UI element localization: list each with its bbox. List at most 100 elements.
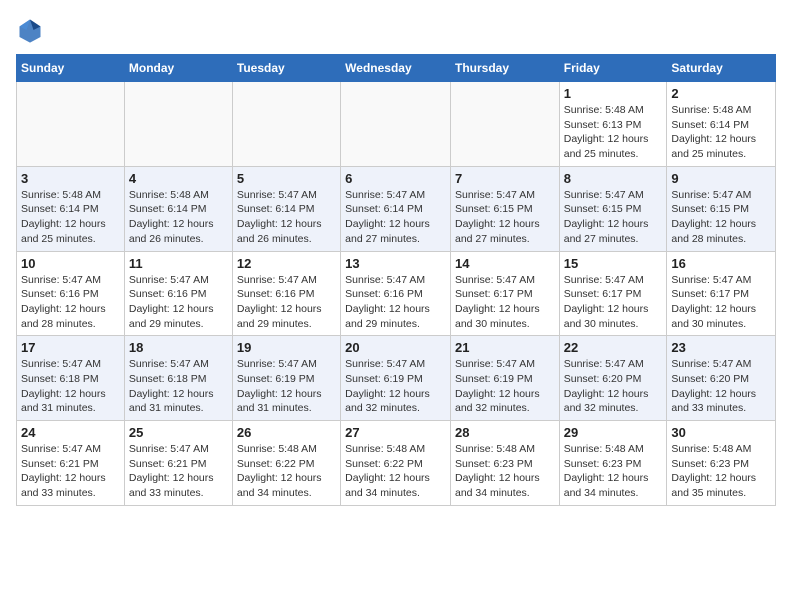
calendar-cell: 16 Sunrise: 5:47 AMSunset: 6:17 PMDayligh… <box>667 251 776 336</box>
day-number: 20 <box>345 340 446 355</box>
calendar-cell: 12 Sunrise: 5:47 AMSunset: 6:16 PMDayligh… <box>232 251 340 336</box>
day-number: 25 <box>129 425 228 440</box>
day-info: Sunrise: 5:47 AMSunset: 6:16 PMDaylight:… <box>21 273 120 332</box>
calendar-cell: 20 Sunrise: 5:47 AMSunset: 6:19 PMDayligh… <box>341 336 451 421</box>
calendar-cell: 4 Sunrise: 5:48 AMSunset: 6:14 PMDaylight… <box>124 166 232 251</box>
calendar-cell: 14Sunrise: 5:47 AMSunset: 6:17 PMDayligh… <box>450 251 559 336</box>
day-info: Sunrise: 5:48 AMSunset: 6:23 PMDaylight:… <box>671 442 771 501</box>
header-friday: Friday <box>559 55 667 82</box>
day-number: 13 <box>345 256 446 271</box>
calendar-cell <box>232 82 340 167</box>
calendar-week-2: 10 Sunrise: 5:47 AMSunset: 6:16 PMDayligh… <box>17 251 776 336</box>
calendar-cell: 6Sunrise: 5:47 AMSunset: 6:14 PMDaylight… <box>341 166 451 251</box>
header-wednesday: Wednesday <box>341 55 451 82</box>
calendar-cell: 5 Sunrise: 5:47 AMSunset: 6:14 PMDaylight… <box>232 166 340 251</box>
day-info: Sunrise: 5:47 AMSunset: 6:21 PMDaylight:… <box>129 442 228 501</box>
day-number: 16 <box>671 256 771 271</box>
calendar-cell: 18 Sunrise: 5:47 AMSunset: 6:18 PMDayligh… <box>124 336 232 421</box>
day-info: Sunrise: 5:47 AMSunset: 6:19 PMDaylight:… <box>345 357 446 416</box>
day-number: 30 <box>671 425 771 440</box>
calendar-cell: 1 Sunrise: 5:48 AMSunset: 6:13 PMDaylight… <box>559 82 667 167</box>
day-number: 23 <box>671 340 771 355</box>
day-info: Sunrise: 5:48 AMSunset: 6:14 PMDaylight:… <box>21 188 120 247</box>
day-info: Sunrise: 5:48 AMSunset: 6:13 PMDaylight:… <box>564 103 663 162</box>
calendar-week-4: 24Sunrise: 5:47 AMSunset: 6:21 PMDayligh… <box>17 421 776 506</box>
day-number: 3 <box>21 171 120 186</box>
day-number: 28 <box>455 425 555 440</box>
day-info: Sunrise: 5:48 AMSunset: 6:14 PMDaylight:… <box>129 188 228 247</box>
calendar-cell: 22 Sunrise: 5:47 AMSunset: 6:20 PMDayligh… <box>559 336 667 421</box>
day-number: 5 <box>237 171 336 186</box>
calendar-cell: 3 Sunrise: 5:48 AMSunset: 6:14 PMDaylight… <box>17 166 125 251</box>
calendar-header-row: SundayMondayTuesdayWednesdayThursdayFrid… <box>17 55 776 82</box>
calendar-week-3: 17 Sunrise: 5:47 AMSunset: 6:18 PMDayligh… <box>17 336 776 421</box>
calendar-cell: 23Sunrise: 5:47 AMSunset: 6:20 PMDayligh… <box>667 336 776 421</box>
header-thursday: Thursday <box>450 55 559 82</box>
calendar-cell: 9 Sunrise: 5:47 AMSunset: 6:15 PMDaylight… <box>667 166 776 251</box>
day-info: Sunrise: 5:47 AMSunset: 6:16 PMDaylight:… <box>345 273 446 332</box>
calendar-cell <box>17 82 125 167</box>
day-number: 12 <box>237 256 336 271</box>
day-info: Sunrise: 5:47 AMSunset: 6:16 PMDaylight:… <box>129 273 228 332</box>
header-tuesday: Tuesday <box>232 55 340 82</box>
calendar-week-1: 3 Sunrise: 5:48 AMSunset: 6:14 PMDaylight… <box>17 166 776 251</box>
calendar-cell: 26 Sunrise: 5:48 AMSunset: 6:22 PMDayligh… <box>232 421 340 506</box>
header-monday: Monday <box>124 55 232 82</box>
day-info: Sunrise: 5:47 AMSunset: 6:20 PMDaylight:… <box>564 357 663 416</box>
calendar-cell: 29Sunrise: 5:48 AMSunset: 6:23 PMDayligh… <box>559 421 667 506</box>
day-number: 22 <box>564 340 663 355</box>
day-info: Sunrise: 5:47 AMSunset: 6:17 PMDaylight:… <box>671 273 771 332</box>
day-number: 2 <box>671 86 771 101</box>
calendar-cell: 19 Sunrise: 5:47 AMSunset: 6:19 PMDayligh… <box>232 336 340 421</box>
day-number: 1 <box>564 86 663 101</box>
day-info: Sunrise: 5:47 AMSunset: 6:14 PMDaylight:… <box>237 188 336 247</box>
calendar-cell <box>450 82 559 167</box>
calendar-table: SundayMondayTuesdayWednesdayThursdayFrid… <box>16 54 776 506</box>
calendar-cell: 30 Sunrise: 5:48 AMSunset: 6:23 PMDayligh… <box>667 421 776 506</box>
calendar-cell: 24Sunrise: 5:47 AMSunset: 6:21 PMDayligh… <box>17 421 125 506</box>
day-info: Sunrise: 5:47 AMSunset: 6:15 PMDaylight:… <box>671 188 771 247</box>
day-number: 21 <box>455 340 555 355</box>
calendar-cell: 28 Sunrise: 5:48 AMSunset: 6:23 PMDayligh… <box>450 421 559 506</box>
day-number: 29 <box>564 425 663 440</box>
day-number: 27 <box>345 425 446 440</box>
calendar-cell: 13 Sunrise: 5:47 AMSunset: 6:16 PMDayligh… <box>341 251 451 336</box>
day-info: Sunrise: 5:47 AMSunset: 6:18 PMDaylight:… <box>21 357 120 416</box>
calendar-cell: 25 Sunrise: 5:47 AMSunset: 6:21 PMDayligh… <box>124 421 232 506</box>
calendar-week-0: 1 Sunrise: 5:48 AMSunset: 6:13 PMDaylight… <box>17 82 776 167</box>
logo-icon <box>16 16 44 44</box>
calendar-cell: 2 Sunrise: 5:48 AMSunset: 6:14 PMDaylight… <box>667 82 776 167</box>
calendar-cell: 10 Sunrise: 5:47 AMSunset: 6:16 PMDayligh… <box>17 251 125 336</box>
day-info: Sunrise: 5:47 AMSunset: 6:16 PMDaylight:… <box>237 273 336 332</box>
day-number: 10 <box>21 256 120 271</box>
day-number: 9 <box>671 171 771 186</box>
day-info: Sunrise: 5:47 AMSunset: 6:18 PMDaylight:… <box>129 357 228 416</box>
day-info: Sunrise: 5:47 AMSunset: 6:19 PMDaylight:… <box>237 357 336 416</box>
day-info: Sunrise: 5:48 AMSunset: 6:14 PMDaylight:… <box>671 103 771 162</box>
day-number: 17 <box>21 340 120 355</box>
calendar-cell <box>124 82 232 167</box>
header-saturday: Saturday <box>667 55 776 82</box>
day-number: 11 <box>129 256 228 271</box>
day-info: Sunrise: 5:47 AMSunset: 6:17 PMDaylight:… <box>564 273 663 332</box>
day-info: Sunrise: 5:48 AMSunset: 6:22 PMDaylight:… <box>345 442 446 501</box>
day-info: Sunrise: 5:48 AMSunset: 6:23 PMDaylight:… <box>455 442 555 501</box>
day-number: 4 <box>129 171 228 186</box>
day-info: Sunrise: 5:47 AMSunset: 6:15 PMDaylight:… <box>564 188 663 247</box>
calendar-cell: 17 Sunrise: 5:47 AMSunset: 6:18 PMDayligh… <box>17 336 125 421</box>
calendar-cell: 15Sunrise: 5:47 AMSunset: 6:17 PMDayligh… <box>559 251 667 336</box>
day-number: 18 <box>129 340 228 355</box>
day-number: 26 <box>237 425 336 440</box>
calendar-cell: 8 Sunrise: 5:47 AMSunset: 6:15 PMDaylight… <box>559 166 667 251</box>
day-info: Sunrise: 5:47 AMSunset: 6:21 PMDaylight:… <box>21 442 120 501</box>
day-number: 8 <box>564 171 663 186</box>
day-number: 19 <box>237 340 336 355</box>
calendar-cell: 27 Sunrise: 5:48 AMSunset: 6:22 PMDayligh… <box>341 421 451 506</box>
calendar-cell: 21 Sunrise: 5:47 AMSunset: 6:19 PMDayligh… <box>450 336 559 421</box>
day-info: Sunrise: 5:47 AMSunset: 6:19 PMDaylight:… <box>455 357 555 416</box>
header-sunday: Sunday <box>17 55 125 82</box>
day-info: Sunrise: 5:48 AMSunset: 6:22 PMDaylight:… <box>237 442 336 501</box>
day-info: Sunrise: 5:47 AMSunset: 6:14 PMDaylight:… <box>345 188 446 247</box>
day-number: 14 <box>455 256 555 271</box>
logo <box>16 16 48 44</box>
